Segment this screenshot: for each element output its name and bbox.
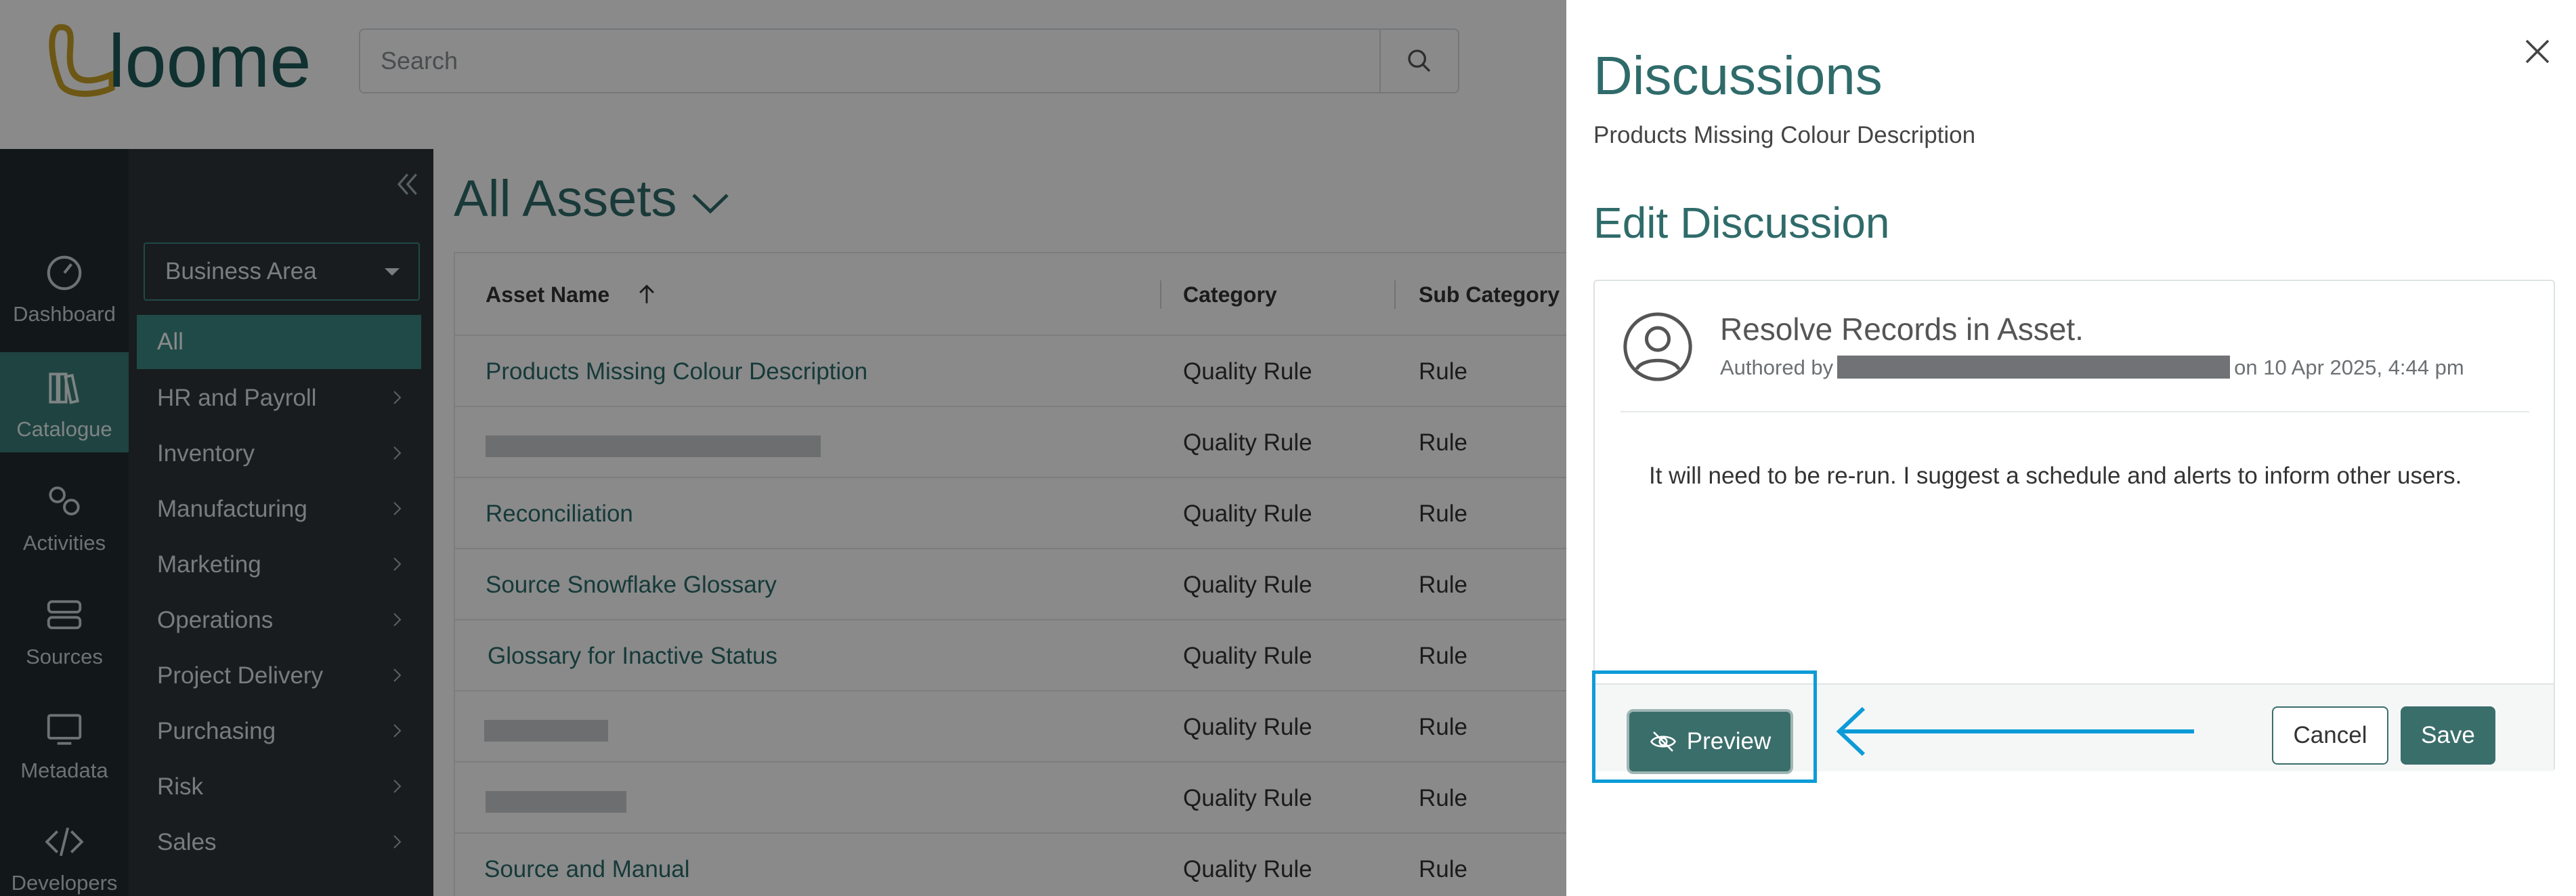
discussion-date: on 10 Apr 2025, 4:44 pm (2234, 356, 2464, 379)
preview-highlight-box (1592, 670, 1817, 783)
modal-backdrop[interactable] (0, 0, 1566, 896)
catalogue-app: loome Dashboard Catalogue Activities Sou… (0, 0, 1566, 896)
arrow-left-icon (1836, 706, 2194, 756)
authored-by-label: Authored by (1720, 356, 1834, 379)
discussion-body[interactable]: It will need to be re-run. I suggest a s… (1649, 463, 2462, 490)
section-title: Edit Discussion (1593, 198, 1890, 247)
panel-subtitle: Products Missing Colour Description (1593, 122, 1976, 148)
discussion-meta: Authored by on 10 Apr 2025, 4:44 pm (1720, 356, 2464, 380)
divider (1620, 411, 2529, 412)
redacted-author (1837, 356, 2231, 379)
discussion-title: Resolve Records in Asset. (1720, 312, 2084, 347)
save-button[interactable]: Save (2401, 706, 2495, 765)
user-avatar-icon (1623, 312, 1692, 381)
close-icon[interactable] (2521, 35, 2554, 68)
cancel-button[interactable]: Cancel (2272, 706, 2388, 765)
panel-title: Discussions (1593, 45, 1883, 106)
